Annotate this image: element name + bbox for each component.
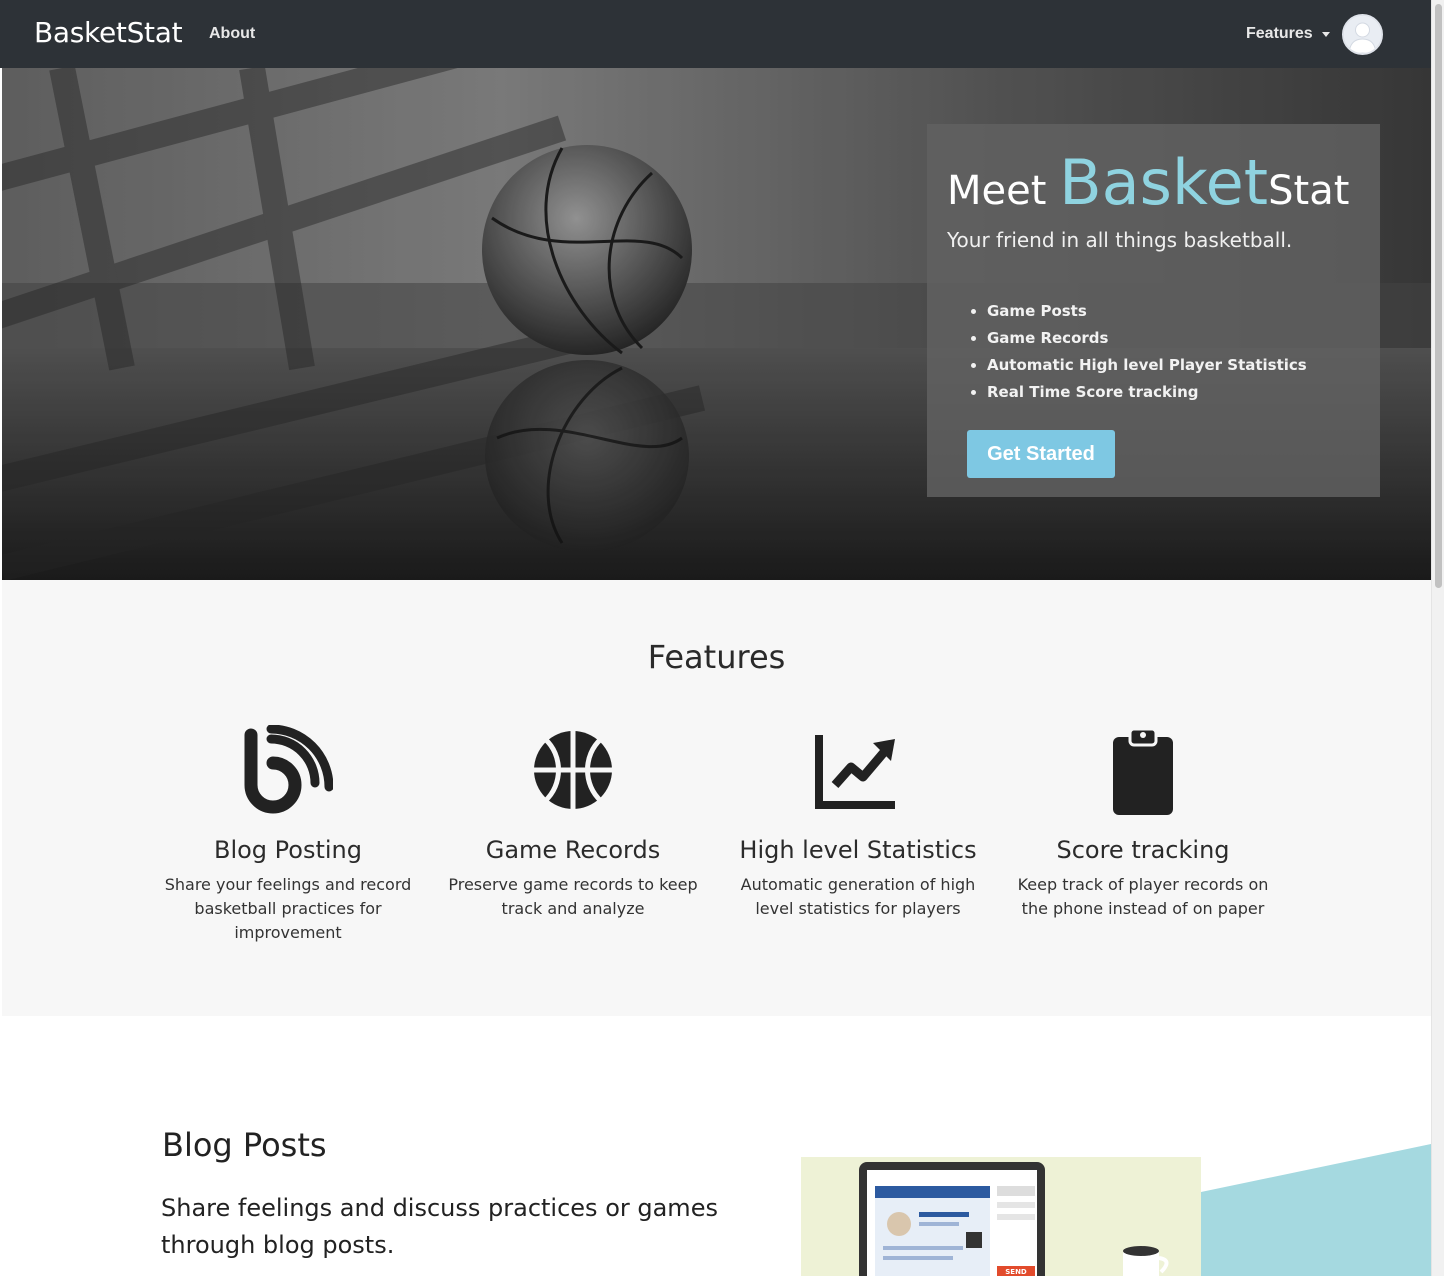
brand-logo[interactable]: BasketStat [34,16,183,49]
user-avatar[interactable] [1342,14,1383,55]
list-item: Game Records [971,328,1307,355]
hero-title-meet: Meet [947,168,1060,214]
list-item: Automatic High level Player Statistics [971,355,1307,382]
feature-game-records: Game Records Preserve game records to ke… [438,725,708,921]
features-heading: Features [647,638,786,676]
feature-blog-posting: Blog Posting Share your feelings and rec… [153,725,423,945]
feature-score-tracking: Score tracking Keep track of player reco… [1008,725,1278,921]
hero-feature-list: Game Posts Game Records Automatic High l… [971,301,1307,409]
chart-line-icon [815,735,895,809]
hero-subtitle: Your friend in all things basketball. [947,228,1293,252]
nav-link-about[interactable]: About [209,25,255,43]
feature-desc: Share your feelings and record basketbal… [164,875,412,942]
list-item: Game Posts [971,301,1307,328]
blog-rss-icon [244,725,333,814]
basketball-icon [532,729,614,811]
feature-title: Game Records [485,836,661,864]
feature-desc: Automatic generation of high level stati… [740,875,976,918]
feature-desc: Keep track of player records on the phon… [1017,875,1269,918]
blog-posts-description: Share feelings and discuss practices or … [161,1194,718,1259]
chevron-down-icon[interactable] [1322,32,1330,37]
hero-title-stat: Stat [1268,168,1350,214]
get-started-button[interactable]: Get Started [967,430,1115,478]
feature-high-level-statistics: High level Statistics Automatic generati… [723,725,993,921]
hero-title-basket: Basket [1059,146,1269,219]
page-scrollbar[interactable] [1431,0,1444,1276]
feature-title: Score tracking [1056,836,1230,864]
feature-title: Blog Posting [213,836,362,864]
laptop-illustration: SEND [801,1144,1431,1276]
blog-illustration: SEND [801,1140,1431,1276]
nav-dropdown-features[interactable]: Features [1246,25,1313,43]
top-navbar: BasketStat About Features [0,0,1444,68]
features-section: Features Blog Posting Share your feeling… [2,580,1431,1016]
feature-desc: Preserve game records to keep track and … [448,875,698,918]
hero-title: Meet BasketStat [947,146,1349,219]
clipboard-icon [1113,727,1173,815]
hero-banner: Meet BasketStat Your friend in all thing… [2,68,1431,580]
list-item: Real Time Score tracking [971,382,1307,409]
send-label: SEND [1005,1268,1027,1276]
scrollbar-thumb[interactable] [1435,4,1442,588]
blog-posts-heading: Blog Posts [162,1126,327,1164]
user-silhouette-icon [1344,16,1381,53]
hero-card: Meet BasketStat Your friend in all thing… [927,124,1380,497]
feature-title: High level Statistics [739,836,977,864]
